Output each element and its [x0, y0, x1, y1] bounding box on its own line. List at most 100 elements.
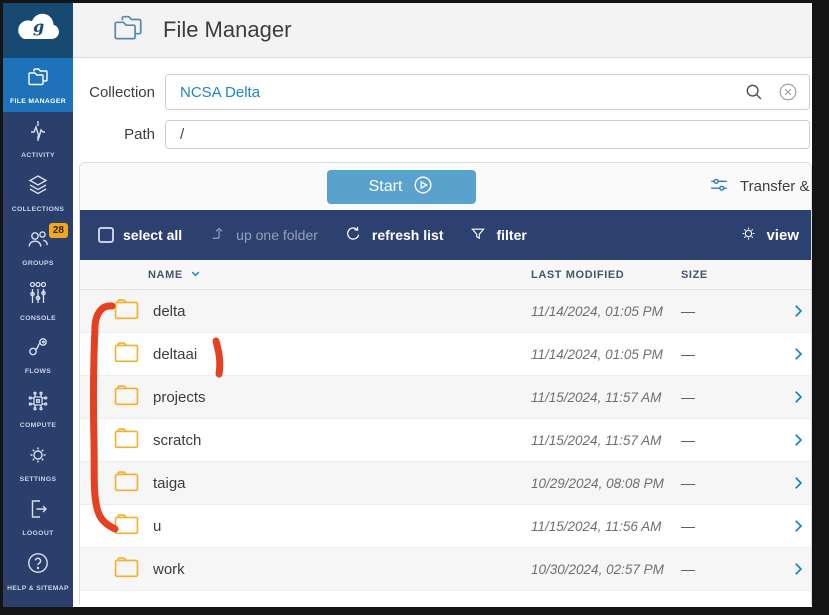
- select-all-label: select all: [123, 227, 182, 243]
- file-size: —: [681, 561, 781, 577]
- globus-app-window: g FILE MANAGER: [3, 3, 812, 607]
- folder-icon: [113, 297, 140, 325]
- open-folder-chevron-icon[interactable]: [789, 345, 807, 363]
- sidebar-item-collections[interactable]: COLLECTIONS: [3, 166, 73, 220]
- path-label: Path: [73, 126, 155, 143]
- file-name: work: [153, 561, 185, 578]
- table-row[interactable]: projects 11/15/2024, 11:57 AM —: [80, 376, 811, 419]
- refresh-list-button[interactable]: refresh list: [344, 224, 444, 246]
- sidebar-item-label: CONSOLE: [20, 315, 56, 322]
- sidebar-item-console[interactable]: CONSOLE: [3, 274, 73, 328]
- page-header: File Manager: [73, 3, 812, 58]
- filter-button[interactable]: filter: [469, 225, 526, 246]
- path-value[interactable]: /: [166, 126, 184, 143]
- open-folder-chevron-icon[interactable]: [789, 560, 807, 578]
- view-gear-icon: [739, 224, 758, 246]
- sidebar-item-label: COLLECTIONS: [12, 206, 65, 213]
- file-manager-header-icon: [109, 11, 147, 50]
- last-modified: 10/29/2024, 08:08 PM: [531, 476, 681, 491]
- start-transfer-button[interactable]: Start: [327, 170, 476, 204]
- groups-icon: [25, 227, 51, 256]
- select-all-control[interactable]: select all: [98, 227, 182, 243]
- last-modified: 11/15/2024, 11:56 AM: [531, 519, 681, 534]
- column-header-last-modified[interactable]: LAST MODIFIED: [531, 269, 681, 281]
- collection-value[interactable]: NCSA Delta: [166, 84, 260, 101]
- sort-chevron-down-icon: [189, 267, 202, 283]
- sidebar-item-label: COMPUTE: [20, 422, 56, 429]
- collection-label: Collection: [73, 84, 155, 101]
- svg-text:g: g: [33, 17, 44, 36]
- folder-icon: [25, 65, 51, 94]
- path-input[interactable]: /: [165, 120, 810, 149]
- filter-funnel-icon: [469, 225, 487, 246]
- compute-icon: [25, 389, 51, 418]
- table-row[interactable]: deltaai 11/14/2024, 01:05 PM —: [80, 333, 811, 376]
- column-header-size[interactable]: SIZE: [681, 269, 708, 281]
- last-modified: 11/14/2024, 01:05 PM: [531, 304, 681, 319]
- table-row[interactable]: work 10/30/2024, 02:57 PM —: [80, 548, 811, 591]
- file-size: —: [681, 303, 781, 319]
- open-folder-chevron-icon[interactable]: [789, 517, 807, 535]
- main-area: File Manager Collection NCSA Delta: [73, 3, 812, 607]
- up-one-folder-button[interactable]: up one folder: [208, 224, 318, 246]
- layers-icon: [25, 173, 51, 202]
- select-all-checkbox[interactable]: [98, 227, 114, 243]
- flows-icon: [25, 335, 51, 364]
- name-header-label: NAME: [148, 269, 183, 281]
- file-name: delta: [153, 303, 186, 320]
- file-size: —: [681, 346, 781, 362]
- open-folder-chevron-icon[interactable]: [789, 474, 807, 492]
- up-one-folder-icon: [208, 224, 227, 246]
- globus-logo[interactable]: g: [3, 3, 73, 58]
- sidebar-item-activity[interactable]: ACTIVITY: [3, 112, 73, 166]
- view-label: view: [766, 227, 799, 244]
- sidebar-item-compute[interactable]: COMPUTE: [3, 382, 73, 436]
- folder-icon: [113, 426, 140, 454]
- table-row[interactable]: scratch 11/15/2024, 11:57 AM —: [80, 419, 811, 462]
- clear-collection-icon[interactable]: [777, 81, 799, 103]
- sidebar-item-file-manager[interactable]: FILE MANAGER: [3, 58, 73, 112]
- globus-cloud-icon: g: [16, 13, 60, 48]
- last-modified: 11/14/2024, 01:05 PM: [531, 347, 681, 362]
- activity-icon: [26, 119, 50, 148]
- endpoint-form: Collection NCSA Delta: [73, 58, 812, 149]
- up-one-folder-label: up one folder: [236, 227, 318, 243]
- open-folder-chevron-icon[interactable]: [789, 388, 807, 406]
- page-title: File Manager: [163, 17, 291, 43]
- sidebar-item-settings[interactable]: SETTINGS: [3, 436, 73, 490]
- table-row[interactable]: taiga 10/29/2024, 08:08 PM —: [80, 462, 811, 505]
- table-row[interactable]: delta 11/14/2024, 01:05 PM —: [80, 290, 811, 333]
- open-folder-chevron-icon[interactable]: [789, 302, 807, 320]
- view-options-button[interactable]: view: [739, 224, 799, 246]
- transfer-action-bar: Start: [80, 163, 811, 210]
- transfer-timer-options-label: Transfer & Ti: [740, 178, 812, 195]
- file-size: —: [681, 432, 781, 448]
- sidebar-item-label: SETTINGS: [20, 476, 57, 483]
- sidebar-item-groups[interactable]: 28 GROUPS: [3, 220, 73, 274]
- file-name: taiga: [153, 475, 186, 492]
- last-modified: 11/15/2024, 11:57 AM: [531, 433, 681, 448]
- file-size: —: [681, 518, 781, 534]
- console-icon: [26, 280, 50, 311]
- sidebar: g FILE MANAGER: [3, 3, 73, 607]
- open-folder-chevron-icon[interactable]: [789, 431, 807, 449]
- sidebar-item-help-sitemap[interactable]: HELP & SITEMAP: [3, 544, 73, 598]
- list-toolbar: select all up one folder: [80, 210, 811, 260]
- gear-icon: [26, 443, 50, 472]
- sliders-icon: [708, 174, 730, 200]
- transfer-timer-options-link[interactable]: Transfer & Ti: [708, 163, 812, 210]
- column-header-name[interactable]: NAME: [148, 267, 531, 283]
- search-icon[interactable]: [743, 81, 765, 103]
- collection-input[interactable]: NCSA Delta: [165, 74, 810, 110]
- filter-label: filter: [496, 227, 526, 243]
- sidebar-item-logout[interactable]: LOGOUT: [3, 490, 73, 544]
- file-name: deltaai: [153, 346, 197, 363]
- folder-icon: [113, 340, 140, 368]
- sidebar-item-flows[interactable]: FLOWS: [3, 328, 73, 382]
- last-modified: 11/15/2024, 11:57 AM: [531, 390, 681, 405]
- file-name: u: [153, 518, 161, 535]
- folder-icon: [113, 383, 140, 411]
- table-row[interactable]: u 11/15/2024, 11:56 AM —: [80, 505, 811, 548]
- table-header-row: NAME LAST MODIFIED SIZE: [80, 260, 811, 290]
- file-name: projects: [153, 389, 206, 406]
